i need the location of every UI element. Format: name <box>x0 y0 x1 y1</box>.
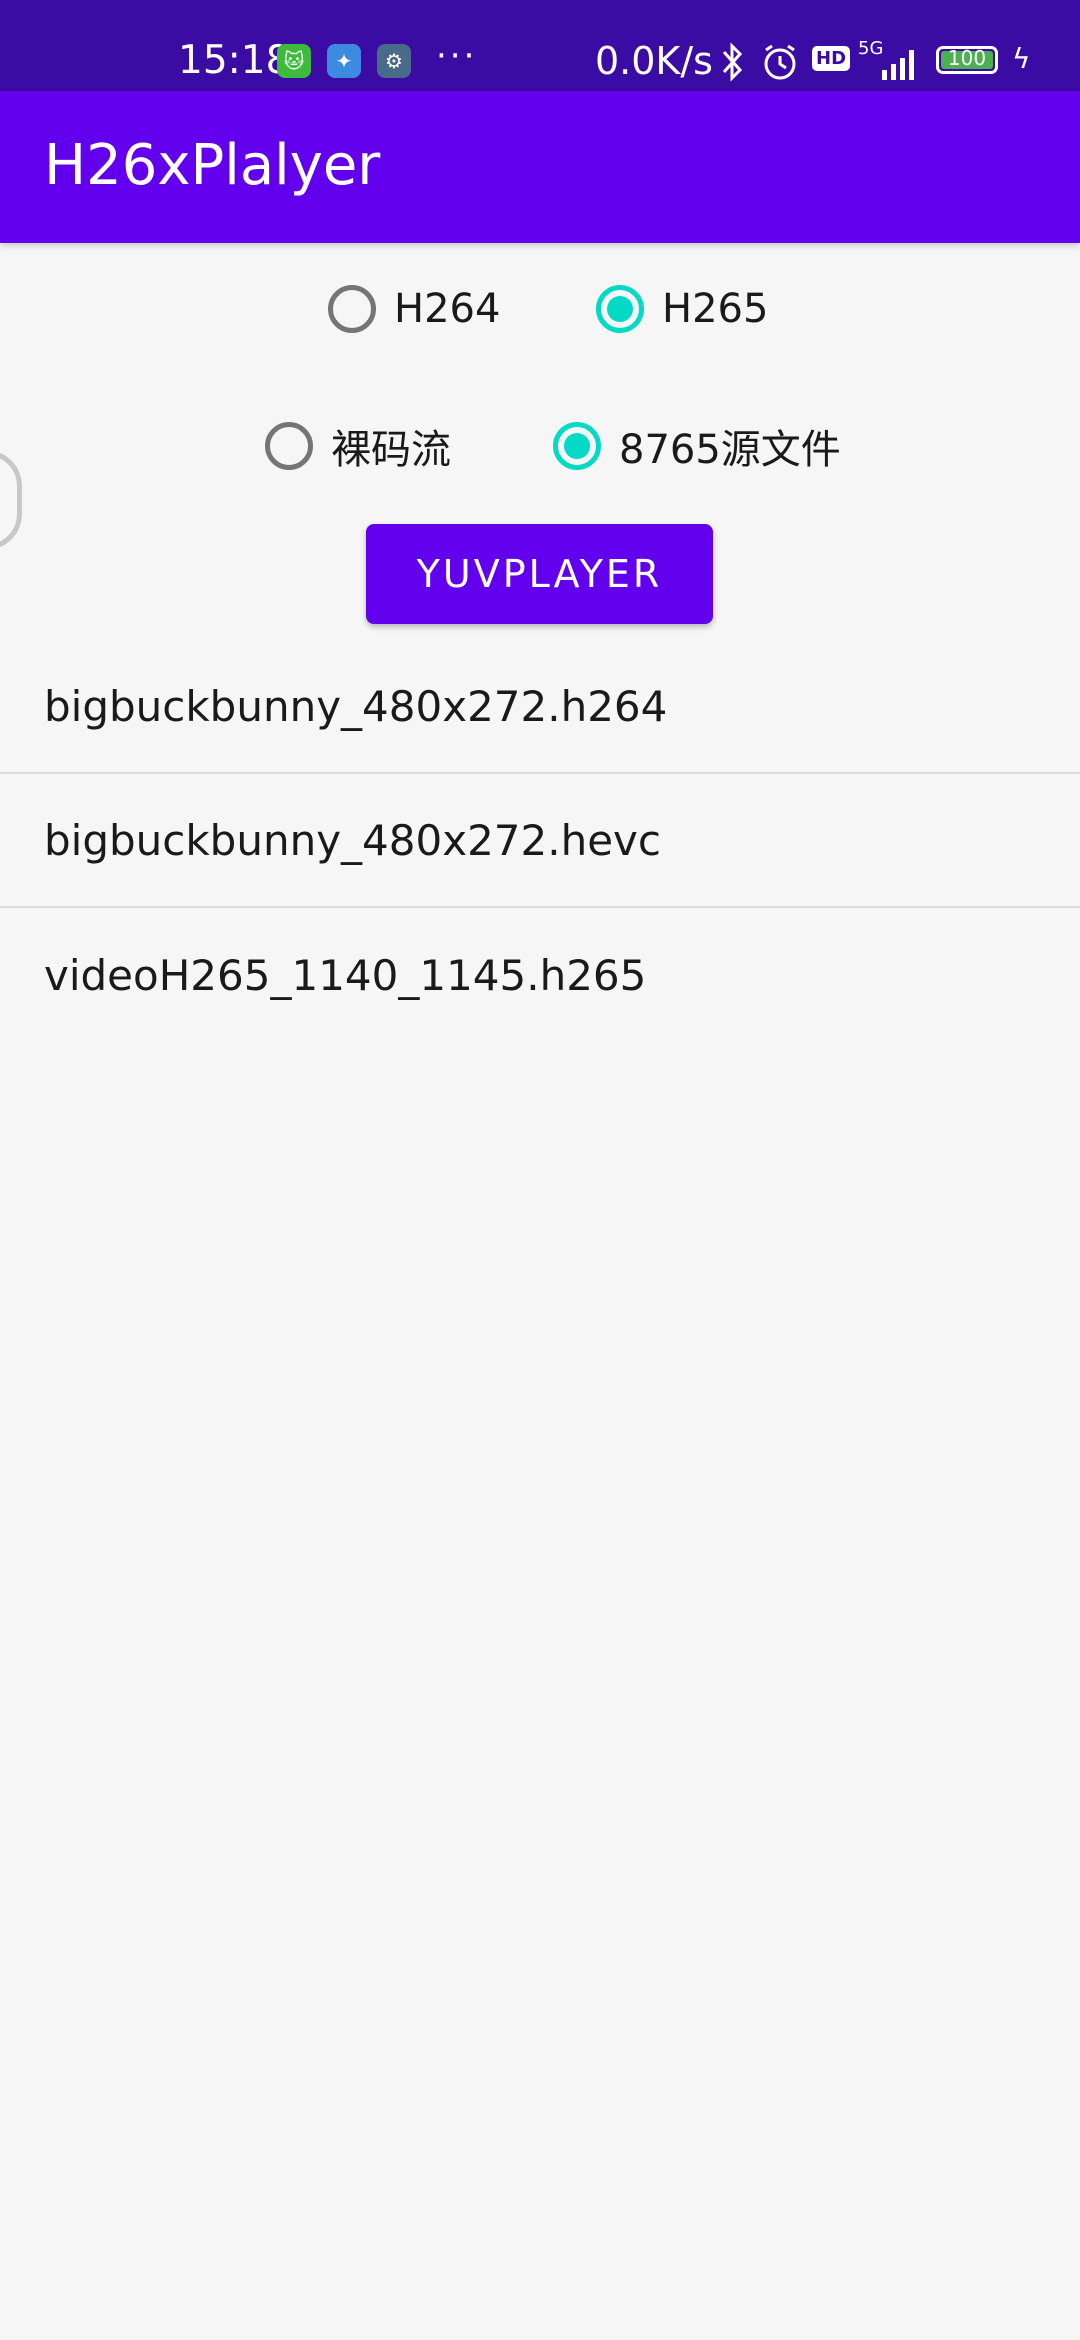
edge-gesture-handle[interactable] <box>0 450 22 550</box>
bluetooth-icon <box>722 42 743 82</box>
status-bar: 15:18 🐱 ✦ ⚙ ··· 0.0K/s HD 5G 100 ϟ <box>0 0 1080 91</box>
radio-raw-stream-circle[interactable] <box>265 422 313 470</box>
yuvplayer-button[interactable]: YUVPLAYER <box>366 524 713 624</box>
settings-app-icon: ⚙ <box>377 44 411 78</box>
hd-icon: HD <box>812 46 851 71</box>
radio-h264-circle[interactable] <box>328 285 376 333</box>
radio-source-file[interactable]: 8765源文件 <box>553 417 841 475</box>
status-time: 15:18 <box>178 38 291 83</box>
radio-h265-selected-dot <box>607 296 633 322</box>
app-title: H26xPlalyer <box>44 133 381 198</box>
radio-source-file-selected-dot <box>564 433 590 459</box>
radio-source-file-circle[interactable] <box>553 422 601 470</box>
radio-raw-stream-label: 裸码流 <box>331 427 451 473</box>
network-speed: 0.0K/s <box>595 39 713 83</box>
radio-h265-label: H265 <box>662 286 769 332</box>
list-item[interactable]: bigbuckbunny_480x272.hevc <box>0 774 1080 908</box>
app-bar: H26xPlalyer <box>0 91 1080 243</box>
charging-icon: ϟ <box>1012 42 1031 75</box>
cat-app-icon: 🐱 <box>277 44 311 78</box>
radio-h264[interactable]: H264 <box>328 285 500 333</box>
battery-icon: 100 <box>936 46 998 74</box>
radio-raw-stream[interactable]: 裸码流 <box>265 417 451 475</box>
alarm-icon <box>764 44 796 80</box>
radio-h265[interactable]: H265 <box>596 285 768 333</box>
file-list: bigbuckbunny_480x272.h264 bigbuckbunny_4… <box>0 640 1080 1042</box>
bird-app-icon: ✦ <box>327 44 361 78</box>
radio-source-file-label: 8765源文件 <box>619 427 841 473</box>
battery-level: 100 <box>947 46 987 70</box>
radio-h265-circle[interactable] <box>596 285 644 333</box>
more-notifications-icon: ··· <box>436 36 478 76</box>
radio-h264-label: H264 <box>394 286 501 332</box>
signal-icon <box>882 50 914 80</box>
list-item[interactable]: bigbuckbunny_480x272.h264 <box>0 640 1080 774</box>
list-item[interactable]: videoH265_1140_1145.h265 <box>0 908 1080 1042</box>
